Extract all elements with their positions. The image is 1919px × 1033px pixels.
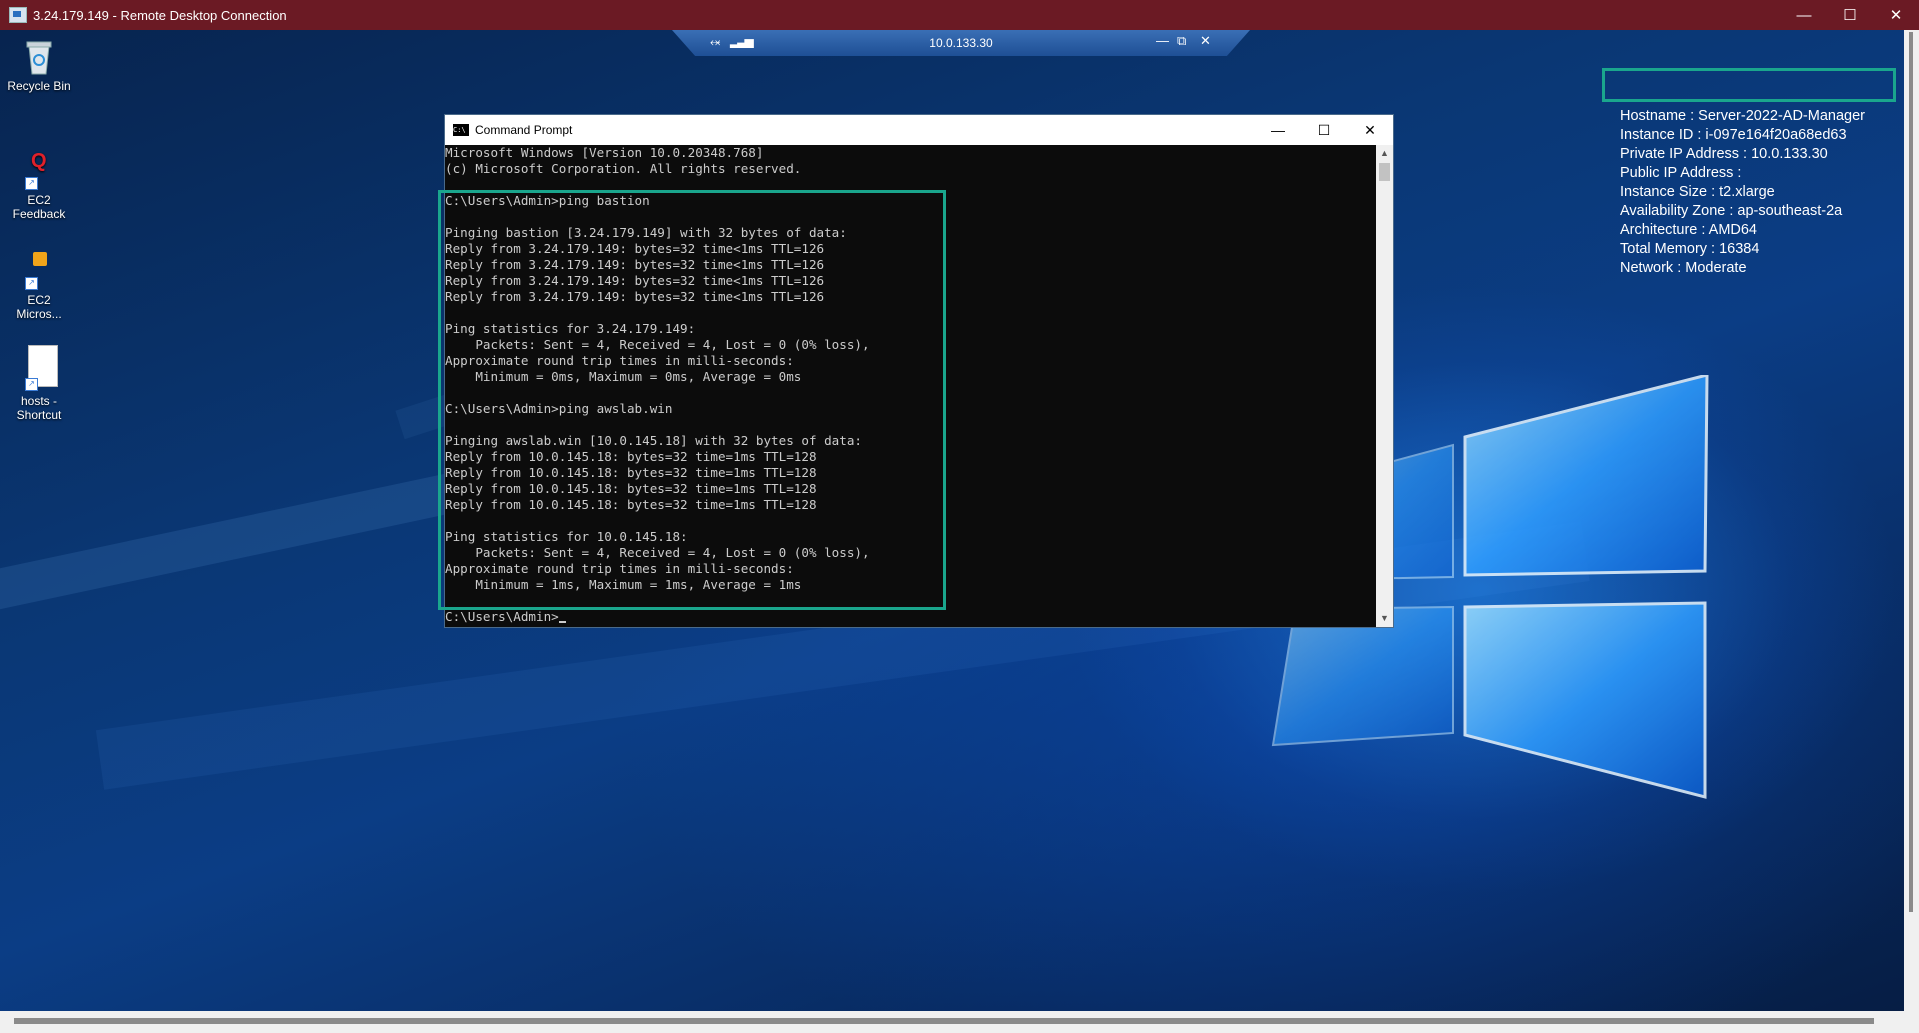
console-line: Packets: Sent = 4, Received = 4, Lost = … xyxy=(445,545,870,560)
console-line: Reply from 10.0.145.18: bytes=32 time=1m… xyxy=(445,481,817,496)
console-line: Reply from 3.24.179.149: bytes=32 time<1… xyxy=(445,273,825,288)
bginfo-instance-id: Instance ID : i-097e164f20a68ed63 xyxy=(1620,127,1847,143)
console-output[interactable]: Microsoft Windows [Version 10.0.20348.76… xyxy=(445,145,1375,627)
rdp-connection-bar[interactable]: ⬾ ▂▃▅ 10.0.133.30 — ⧉ ✕ xyxy=(672,30,1250,56)
rdp-window-title: 3.24.179.149 - Remote Desktop Connection xyxy=(33,7,287,23)
desktop-icon-label: EC2 Micros... xyxy=(16,293,62,321)
console-line: Ping statistics for 10.0.145.18: xyxy=(445,529,688,544)
bar-minimize-button[interactable]: — xyxy=(1156,33,1169,48)
desktop-icon-recycle-bin[interactable]: Recycle Bin xyxy=(0,36,78,93)
desktop-icon-hosts-shortcut[interactable]: ↗ hosts - Shortcut xyxy=(0,345,78,422)
bginfo-total-memory: Total Memory : 16384 xyxy=(1620,241,1760,257)
rdp-vertical-scrollbar[interactable] xyxy=(1904,30,1919,1011)
desktop-icon-label: Recycle Bin xyxy=(7,79,71,93)
shortcut-arrow-icon: ↗ xyxy=(25,177,38,190)
command-prompt-window[interactable]: C:\ Command Prompt — ☐ ✕ Microsoft Windo… xyxy=(444,114,1394,628)
console-line: Microsoft Windows [Version 10.0.20348.76… xyxy=(445,145,764,160)
console-line: Pinging bastion [3.24.179.149] with 32 b… xyxy=(445,225,847,240)
bginfo-panel: Hostname : Server-2022-AD-Manager Instan… xyxy=(1620,107,1865,278)
ec2-feedback-icon: Q ↗ xyxy=(19,150,59,190)
console-line: Approximate round trip times in milli-se… xyxy=(445,561,794,576)
bar-close-button[interactable]: ✕ xyxy=(1200,33,1211,49)
desktop-icon-ec2-microsoft[interactable]: ↗ EC2 Micros... xyxy=(0,250,78,321)
console-line: Pinging awslab.win [10.0.145.18] with 32… xyxy=(445,433,863,448)
console-line: Reply from 10.0.145.18: bytes=32 time=1m… xyxy=(445,465,817,480)
console-line: Reply from 3.24.179.149: bytes=32 time<1… xyxy=(445,241,825,256)
bginfo-hostname: Hostname : Server-2022-AD-Manager xyxy=(1620,108,1865,124)
cmd-app-icon: C:\ xyxy=(453,124,469,136)
console-line: Minimum = 0ms, Maximum = 0ms, Average = … xyxy=(445,369,802,384)
bar-restore-button[interactable]: ⧉ xyxy=(1177,33,1186,49)
text-cursor xyxy=(558,621,566,623)
bginfo-private-ip: Private IP Address : 10.0.133.30 xyxy=(1620,146,1828,162)
minimize-button[interactable]: — xyxy=(1781,0,1827,30)
rdp-horizontal-scrollbar[interactable] xyxy=(0,1011,1919,1033)
console-line: Approximate round trip times in milli-se… xyxy=(445,353,794,368)
console-line: C:\Users\Admin>ping awslab.win xyxy=(445,401,673,416)
scroll-down-icon[interactable]: ▼ xyxy=(1376,610,1393,627)
bginfo-architecture: Architecture : AMD64 xyxy=(1620,222,1757,238)
bginfo-public-ip: Public IP Address : xyxy=(1620,165,1742,181)
close-button[interactable]: ✕ xyxy=(1873,0,1919,30)
file-shortcut-icon: ↗ xyxy=(19,345,59,391)
console-line: Reply from 3.24.179.149: bytes=32 time<1… xyxy=(445,289,825,304)
console-line: (c) Microsoft Corporation. All rights re… xyxy=(445,161,802,176)
bginfo-network: Network : Moderate xyxy=(1620,260,1747,276)
shortcut-arrow-icon: ↗ xyxy=(25,277,38,290)
cmd-vertical-scrollbar[interactable]: ▲ ▼ xyxy=(1376,145,1393,627)
console-line: C:\Users\Admin> xyxy=(445,609,1375,625)
console-line: Minimum = 1ms, Maximum = 1ms, Average = … xyxy=(445,577,802,592)
cmd-maximize-button[interactable]: ☐ xyxy=(1301,115,1347,145)
bginfo-availability-zone: Availability Zone : ap-southeast-2a xyxy=(1620,203,1843,219)
cmd-titlebar[interactable]: C:\ Command Prompt xyxy=(445,115,1393,145)
recycle-bin-icon xyxy=(19,36,59,76)
desktop-icon-label: hosts - Shortcut xyxy=(16,394,62,422)
desktop-icon-label: EC2 Feedback xyxy=(12,193,66,221)
rdp-titlebar: 3.24.179.149 - Remote Desktop Connection… xyxy=(0,0,1919,30)
console-line: Ping statistics for 3.24.179.149: xyxy=(445,321,696,336)
console-line: C:\Users\Admin>ping bastion xyxy=(445,193,650,208)
desktop-icon-ec2-feedback[interactable]: Q ↗ EC2 Feedback xyxy=(0,150,78,221)
remote-desktop-icon xyxy=(9,7,27,23)
console-line: Reply from 10.0.145.18: bytes=32 time=1m… xyxy=(445,497,817,512)
console-line: Reply from 3.24.179.149: bytes=32 time<1… xyxy=(445,257,825,272)
ec2-microsoft-icon: ↗ xyxy=(19,250,59,290)
cmd-minimize-button[interactable]: — xyxy=(1255,115,1301,145)
console-line: Packets: Sent = 4, Received = 4, Lost = … xyxy=(445,337,870,352)
cmd-close-button[interactable]: ✕ xyxy=(1347,115,1393,145)
scroll-thumb[interactable] xyxy=(1379,163,1390,181)
console-line: Reply from 10.0.145.18: bytes=32 time=1m… xyxy=(445,449,817,464)
shortcut-arrow-icon: ↗ xyxy=(25,378,38,391)
cmd-window-title: Command Prompt xyxy=(475,123,573,137)
scroll-up-icon[interactable]: ▲ xyxy=(1376,145,1393,162)
bginfo-instance-size: Instance Size : t2.xlarge xyxy=(1620,184,1775,200)
maximize-button[interactable]: ☐ xyxy=(1827,0,1873,30)
